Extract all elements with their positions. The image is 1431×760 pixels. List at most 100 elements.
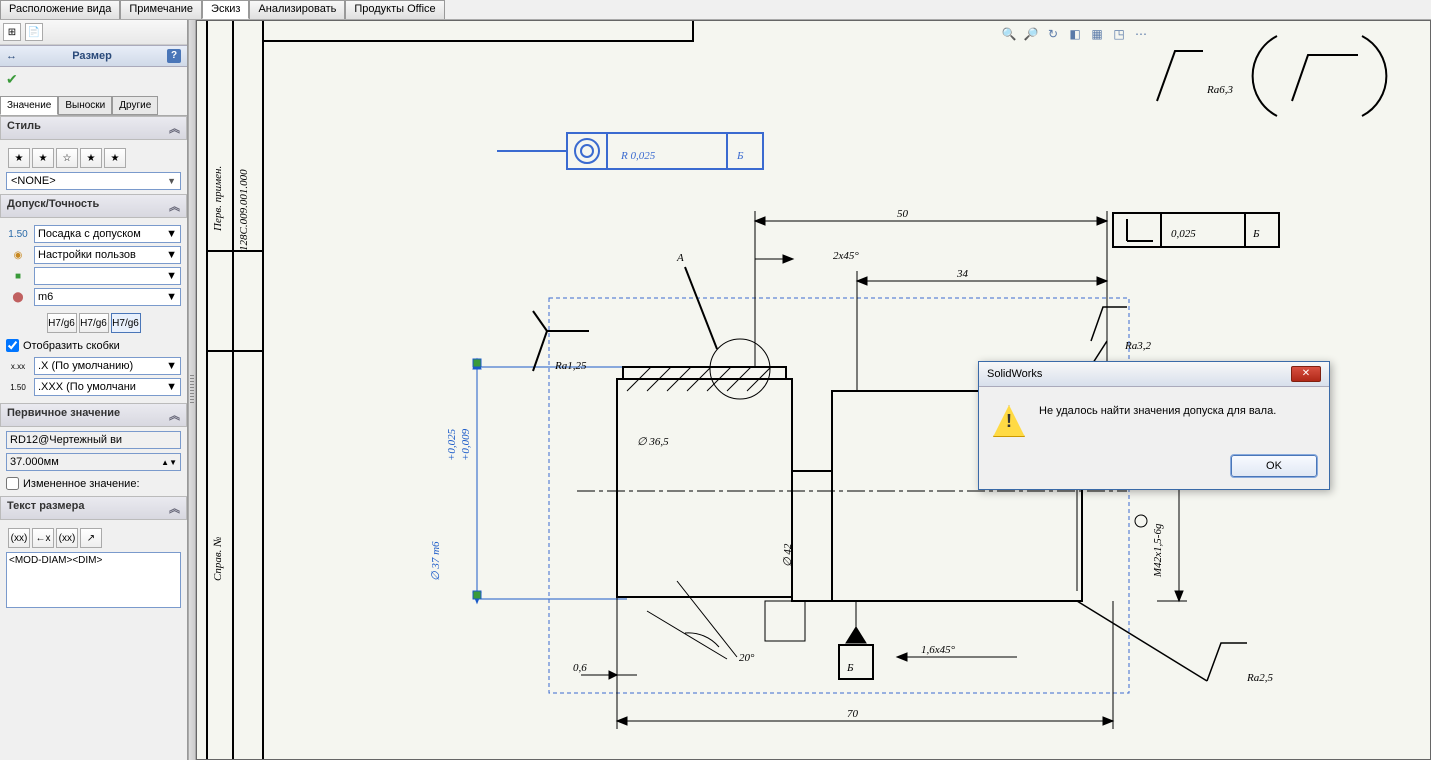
dim-34: 34: [956, 268, 969, 280]
precision-icon: x.xx: [6, 357, 30, 375]
tab-sketch[interactable]: Эскиз: [202, 0, 249, 19]
collapse-icon: ︽: [169, 198, 180, 214]
dropdown-arrow-icon: ▼: [166, 360, 177, 372]
tolerance-header[interactable]: Допуск/Точность ︽: [0, 194, 187, 218]
help-button[interactable]: ?: [167, 49, 181, 63]
show-brackets-checkbox[interactable]: [6, 339, 19, 352]
dialog-ok-button[interactable]: OK: [1231, 455, 1317, 477]
fcf2-value: 0,025: [1171, 228, 1196, 240]
style-dropdown-value: <NONE>: [11, 175, 56, 187]
x-precision-value: .X (По умолчанию): [38, 360, 133, 372]
dialog-title-text: SolidWorks: [987, 368, 1042, 380]
style-btn-3[interactable]: ☆: [56, 148, 78, 168]
dimtext-header[interactable]: Текст размера ︽: [0, 496, 187, 520]
style-header-label: Стиль: [7, 120, 41, 136]
partno-flipped: 128C.009.001.001: [395, 21, 477, 22]
config-manager-icon[interactable]: 📄: [25, 23, 43, 41]
tolerance-type-icon: 1.50: [6, 225, 30, 243]
sprav-no-label: Справ. №: [212, 537, 224, 581]
error-dialog: SolidWorks ✕ ! Не удалось найти значения…: [978, 361, 1330, 490]
dimtext-btn-1[interactable]: (xx): [8, 528, 30, 548]
style-btn-1[interactable]: ★: [8, 148, 30, 168]
primary-header[interactable]: Первичное значение ︽: [0, 403, 187, 427]
tol-precision-icon: 1.50: [6, 378, 30, 396]
dropdown-arrow-icon: ▼: [166, 228, 177, 240]
chamfer-16x45: 1,6x45°: [921, 644, 956, 656]
dimtext-btn-2[interactable]: ←x: [32, 528, 54, 548]
style-header[interactable]: Стиль ︽: [0, 116, 187, 140]
dialog-close-button[interactable]: ✕: [1291, 366, 1321, 382]
m6-dropdown[interactable]: m6 ▼: [34, 288, 181, 306]
xxx-precision-value: .XXX (По умолчани: [38, 381, 136, 393]
ok-checkmark[interactable]: ✔: [0, 67, 187, 92]
fit-dropdown-value: Посадка с допуском: [38, 228, 141, 240]
primary-header-label: Первичное значение: [7, 407, 120, 423]
dim-06: 0,6: [573, 662, 587, 674]
show-brackets-label: Отобразить скобки: [23, 340, 120, 352]
panel-splitter[interactable]: [188, 20, 196, 760]
fcf-r-datum: Б: [736, 150, 744, 162]
top-menu-tabs: Расположение вида Примечание Эскиз Анали…: [0, 0, 1431, 20]
drawing-canvas[interactable]: 🔍 🔎 ↻ ◧ ▦ ◳ ⋯ 128C.009.001.001 128С.009.…: [196, 20, 1431, 760]
dimtext-header-label: Текст размера: [7, 500, 84, 516]
dim-50: 50: [897, 208, 909, 220]
style-btn-4[interactable]: ★: [80, 148, 102, 168]
primary-value-value: 37.000мм: [10, 456, 59, 468]
changed-value-checkbox[interactable]: [6, 477, 19, 490]
dropdown-arrow-icon: ▼: [166, 249, 177, 261]
ra63-text: Ra6,3: [1206, 84, 1233, 96]
angle-20: 20°: [739, 652, 755, 664]
dimtext-btn-4[interactable]: ↗: [80, 528, 102, 548]
collapse-icon: ︽: [169, 407, 180, 423]
panel-title: Размер: [72, 50, 112, 62]
dim-70: 70: [847, 708, 859, 720]
dimtext-textarea[interactable]: <MOD-DIAM><DIM>: [6, 552, 181, 608]
dimension-icon: ↔: [6, 50, 17, 62]
sub-tabs: Значение Выноски Другие: [0, 96, 187, 116]
style-dropdown[interactable]: <NONE> ▼: [6, 172, 181, 190]
fcf-r-value: R 0,025: [620, 150, 656, 162]
collapse-icon: ︽: [169, 500, 180, 516]
xxx-precision-dropdown[interactable]: .XXX (По умолчани ▼: [34, 378, 181, 396]
doc-number: 128С.009.001.000: [238, 169, 250, 251]
perv-primen-label: Перв. примен.: [212, 166, 224, 232]
subtab-value[interactable]: Значение: [0, 96, 58, 115]
dia-42: ∅ 42: [782, 543, 794, 567]
style-btn-5[interactable]: ★: [104, 148, 126, 168]
fit-dropdown[interactable]: Посадка с допуском ▼: [34, 225, 181, 243]
subtab-other[interactable]: Другие: [112, 96, 158, 115]
selected-dim-text[interactable]: ∅ 37 m6: [430, 541, 442, 581]
property-panel: ⊞ 📄 ↔ Размер ? ✔ Значение Выноски Другие…: [0, 20, 188, 760]
dia-365: ∅ 36,5: [637, 436, 669, 448]
datum-b: Б: [846, 662, 854, 674]
ra125-text: Ra1,25: [554, 360, 587, 372]
dimtext-btn-3[interactable]: (xx): [56, 528, 78, 548]
selected-tol-upper: +0,025: [446, 428, 458, 461]
fit-display-btn-3[interactable]: H7/g6: [111, 313, 141, 333]
hole-fit-icon: ◉: [6, 246, 30, 264]
fit-display-btn-1[interactable]: H7/g6: [47, 313, 77, 333]
tab-analyze[interactable]: Анализировать: [249, 0, 345, 19]
tab-view-layout[interactable]: Расположение вида: [0, 0, 120, 19]
user-settings-value: Настройки пользов: [38, 249, 136, 261]
style-btn-2[interactable]: ★: [32, 148, 54, 168]
x-precision-dropdown[interactable]: .X (По умолчанию) ▼: [34, 357, 181, 375]
ra32-text: Ra3,2: [1124, 340, 1151, 352]
feature-manager-icon[interactable]: ⊞: [3, 23, 21, 41]
tab-office[interactable]: Продукты Office: [345, 0, 444, 19]
fit-display-btn-2[interactable]: H7/g6: [79, 313, 109, 333]
dialog-message: Не удалось найти значения допуска для ва…: [1039, 405, 1276, 417]
chamfer-2x45: 2x45°: [833, 250, 859, 262]
primary-name-field[interactable]: RD12@Чертежный ви: [6, 431, 181, 449]
tab-note[interactable]: Примечание: [120, 0, 202, 19]
dropdown-arrow-icon: ▼: [166, 381, 177, 393]
dropdown-arrow-icon: ▼: [167, 176, 176, 186]
spinner-icon[interactable]: ▲▼: [161, 458, 177, 467]
blank-dropdown[interactable]: ▼: [34, 267, 181, 285]
subtab-leaders[interactable]: Выноски: [58, 96, 112, 115]
dialog-titlebar[interactable]: SolidWorks ✕: [979, 362, 1329, 387]
primary-value-field[interactable]: 37.000мм ▲▼: [6, 453, 181, 471]
primary-name-value: RD12@Чертежный ви: [10, 434, 122, 446]
user-settings-dropdown[interactable]: Настройки пользов ▼: [34, 246, 181, 264]
panel-title-bar: ↔ Размер ?: [0, 45, 187, 67]
